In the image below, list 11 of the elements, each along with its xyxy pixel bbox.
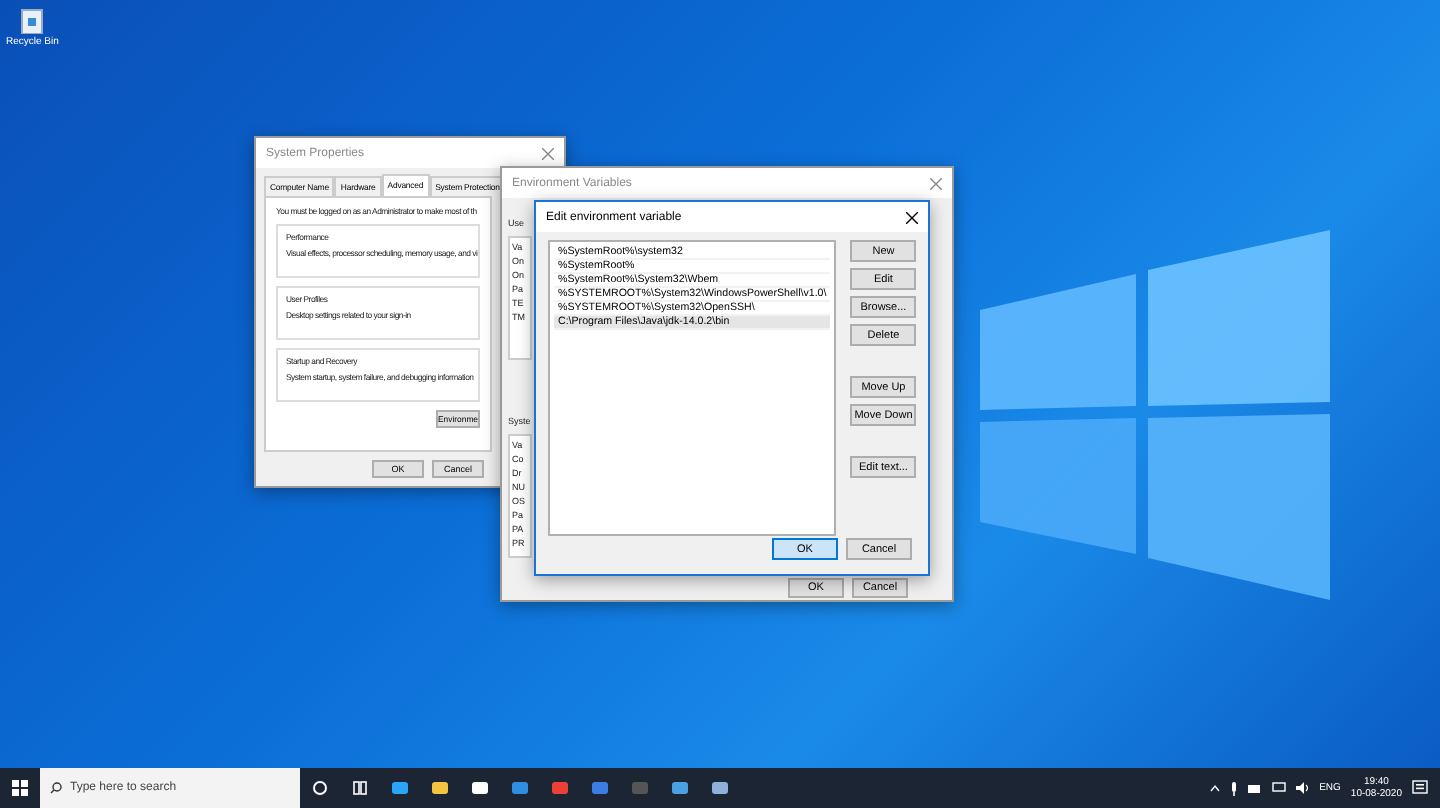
chevron-up-icon[interactable] <box>1209 784 1220 792</box>
task-view-icon[interactable] <box>350 778 370 798</box>
notification-icon[interactable] <box>1412 780 1428 796</box>
close-icon[interactable] <box>906 211 918 223</box>
start-icon[interactable] <box>10 778 30 798</box>
battery-icon[interactable] <box>1247 783 1262 793</box>
speaker-icon[interactable] <box>1295 782 1310 794</box>
network-icon[interactable] <box>1271 782 1286 794</box>
cortana-icon[interactable] <box>310 778 330 798</box>
search-icon <box>50 782 62 794</box>
recycle-bin-icon[interactable] <box>20 6 45 34</box>
